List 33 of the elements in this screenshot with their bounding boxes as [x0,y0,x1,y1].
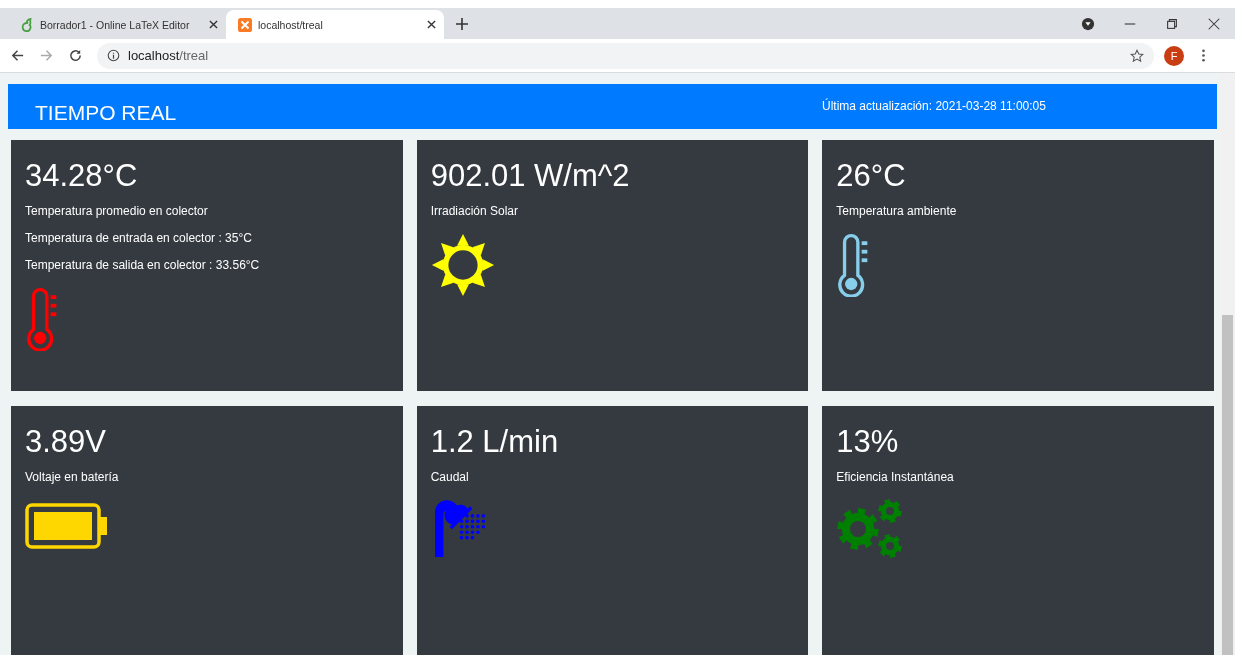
star-icon[interactable] [1130,48,1144,63]
metric-label: Temperatura promedio en colector [25,204,208,218]
xampp-icon [238,17,252,32]
scrollbar-thumb[interactable] [1222,315,1233,655]
browser-tab[interactable]: Borrador1 - Online LaTeX Editor [8,10,226,39]
metric-label: Voltaje en batería [25,470,119,484]
profile-avatar[interactable]: F [1164,45,1184,66]
metric-value: 902.01 W/m^2 [430,158,630,194]
new-tab-icon[interactable] [456,18,468,30]
metric-label: Irradiación Solar [430,204,519,218]
last-update-text: Última actualización: 2021-03-28 11:00:05 [822,97,1047,113]
metric-label: Caudal [430,470,469,484]
metric-label: Temperatura ambiente [836,204,957,218]
leaf-icon [20,17,34,32]
close-icon[interactable] [427,20,436,29]
metric-value: 3.89V [25,424,106,460]
info-icon [107,49,120,62]
close-icon[interactable] [1207,17,1221,31]
metric-value: 34.28°C [25,158,138,194]
metric-value: 26°C [836,158,906,194]
back-icon[interactable] [10,48,25,63]
close-icon[interactable] [209,20,218,29]
metric-detail: Temperatura de entrada en colector : 35°C [25,231,252,245]
reload-icon[interactable] [68,48,83,63]
metric-value: 1.2 L/min [430,424,559,460]
dropdown-icon[interactable] [1081,17,1095,31]
browser-tab[interactable]: localhost/treal [226,10,444,39]
metric-value: 13% [836,424,899,460]
page-title: TIEMPO REAL [35,101,178,125]
metric-detail: Temperatura de salida en colector : 33.56°C [25,258,260,272]
address-bar[interactable]: localhost/treal [97,42,1154,69]
restore-icon[interactable] [1165,17,1179,31]
metric-label: Eficiencia Instantánea [836,470,954,484]
